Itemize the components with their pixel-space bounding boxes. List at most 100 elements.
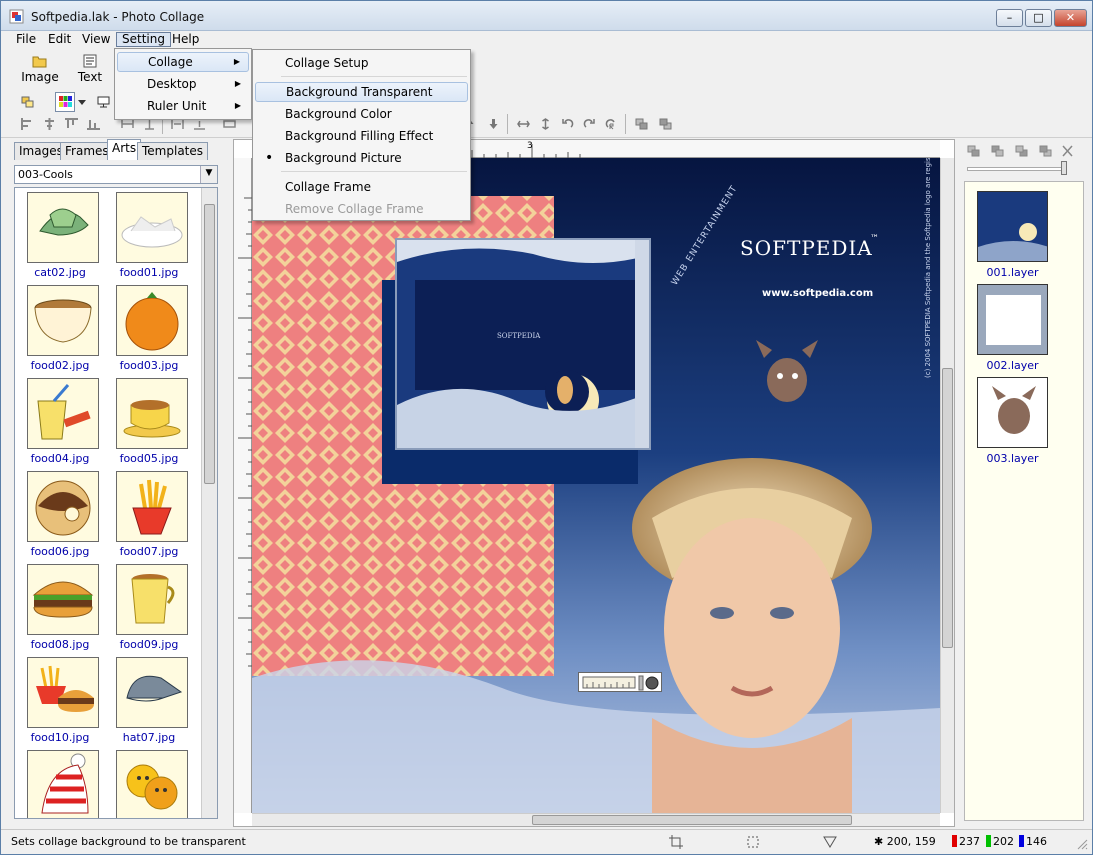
title-bar[interactable]: Softpedia.lak - Photo Collage – □ ✕ [1, 1, 1092, 31]
resize-grip-icon[interactable] [1076, 838, 1088, 850]
category-select[interactable]: 003-Cools ▼ [14, 165, 218, 184]
image-tool-button[interactable]: Image [17, 54, 63, 90]
menu-item-collage-frame[interactable]: Collage Frame [255, 177, 468, 197]
rotate-free-button[interactable] [601, 114, 621, 134]
rotate-left-icon [562, 119, 574, 128]
layer-front-button[interactable] [963, 141, 983, 161]
art-thumb-food06[interactable] [27, 471, 99, 542]
layers-panel: 001.layer 002.layer 003.layer [963, 139, 1086, 827]
app-window: Softpedia.lak - Photo Collage – □ ✕ File… [0, 0, 1093, 855]
bring-forward-icon [991, 145, 1004, 157]
menu-item-background-color[interactable]: Background Color [255, 104, 468, 124]
shapes-button[interactable] [17, 92, 37, 112]
minimize-button[interactable]: – [996, 9, 1023, 27]
canvas-hscroll-thumb[interactable] [532, 815, 852, 825]
art-thumb-beanie[interactable] [27, 750, 99, 818]
menu-item-background-filling-effect[interactable]: Background Filling Effect [255, 126, 468, 146]
menu-item-desktop[interactable]: Desktop ▶ [117, 74, 249, 94]
image-tool-label: Image [21, 70, 59, 84]
selection-icon [747, 836, 759, 848]
delete-layer-button[interactable] [1057, 141, 1077, 161]
menu-item-label: Background Transparent [286, 85, 433, 99]
toolbar-separator [507, 114, 508, 134]
align-bottom-button[interactable] [83, 114, 103, 134]
menu-item-collage-setup[interactable]: Collage Setup [255, 53, 468, 73]
gallery-scroll-thumb[interactable] [204, 204, 215, 484]
menu-edit[interactable]: Edit [43, 32, 76, 47]
rotate-right-button[interactable] [579, 114, 599, 134]
send-back-button[interactable] [655, 114, 675, 134]
art-thumb-food01[interactable] [116, 192, 188, 263]
menu-item-label: Background Color [285, 107, 392, 121]
canvas-vertical-scrollbar[interactable] [940, 158, 954, 813]
align-top-button[interactable] [61, 114, 81, 134]
menu-item-label: Collage [148, 55, 193, 69]
bring-front-button[interactable] [631, 114, 651, 134]
layer-forward-button[interactable] [987, 141, 1007, 161]
text-document-icon [83, 54, 97, 68]
art-thumb-food03[interactable] [116, 285, 188, 356]
grid-layout-button[interactable] [55, 92, 75, 112]
menu-help[interactable]: Help [167, 32, 204, 47]
move-down-button[interactable] [483, 114, 503, 134]
status-message: Sets collage background to be transparen… [11, 835, 246, 848]
menu-item-background-transparent[interactable]: Background Transparent [255, 82, 468, 102]
canvas-horizontal-scrollbar[interactable] [252, 813, 940, 826]
align-left-icon [21, 118, 31, 130]
opacity-slider-track[interactable] [967, 167, 1067, 171]
tab-frames[interactable]: Frames [60, 142, 114, 160]
submenu-arrow-icon: ▶ [233, 57, 240, 66]
plate-art [121, 216, 183, 248]
layer-item[interactable] [977, 284, 1048, 355]
folder-open-icon [32, 56, 47, 68]
menu-view[interactable]: View [77, 32, 115, 47]
menu-item-background-picture[interactable]: • Background Picture [255, 148, 468, 168]
art-thumb-food07[interactable] [116, 471, 188, 542]
tab-arts[interactable]: Arts [107, 139, 142, 160]
maximize-button[interactable]: □ [1025, 9, 1052, 27]
art-thumb-cat02[interactable] [27, 192, 99, 263]
tab-templates[interactable]: Templates [137, 142, 209, 160]
collage-canvas[interactable]: SOFTPEDIA SOFTPEDIA ™ www.softpedia.com … [252, 158, 940, 813]
send-back-icon [1039, 145, 1052, 157]
layer-back-button[interactable] [1035, 141, 1055, 161]
art-thumb-smileys[interactable] [116, 750, 188, 818]
align-center-button[interactable] [39, 114, 59, 134]
menu-file[interactable]: File [11, 32, 41, 47]
layer-item[interactable] [977, 191, 1048, 262]
art-label: food08.jpg [30, 638, 90, 651]
art-thumb-hat07[interactable] [116, 657, 188, 728]
flip-vertical-button[interactable] [535, 114, 555, 134]
grid-dropdown-button[interactable] [75, 92, 89, 112]
donut-art [35, 480, 91, 536]
art-label: food04.jpg [30, 452, 90, 465]
align-left-button[interactable] [17, 114, 37, 134]
menu-item-ruler-unit[interactable]: Ruler Unit ▶ [117, 96, 249, 116]
art-thumb-food05[interactable] [116, 378, 188, 449]
layer-backward-button[interactable] [1011, 141, 1031, 161]
art-label: food02.jpg [30, 359, 90, 372]
photo-layer-1[interactable]: SOFTPEDIA [395, 238, 651, 450]
zoom-slider-widget[interactable] [578, 672, 662, 692]
layer-item[interactable] [977, 377, 1048, 448]
chevron-down-icon[interactable]: ▼ [200, 166, 217, 183]
text-tool-button[interactable]: Text [67, 54, 113, 90]
opacity-slider-thumb[interactable] [1061, 161, 1067, 175]
menu-item-collage[interactable]: Collage ▶ [117, 52, 249, 72]
green-value-text: 202 [993, 835, 1014, 848]
menu-setting[interactable]: Setting [116, 32, 171, 47]
art-thumb-food04[interactable] [27, 378, 99, 449]
close-button[interactable]: ✕ [1054, 9, 1087, 27]
art-thumb-food02[interactable] [27, 285, 99, 356]
art-label: food10.jpg [30, 731, 90, 744]
gallery-scrollbar[interactable] [201, 188, 217, 818]
layer-list: 001.layer 002.layer 003.layer [964, 181, 1084, 821]
art-thumb-food09[interactable] [116, 564, 188, 635]
text-tool-label: Text [77, 70, 103, 84]
art-thumb-food10[interactable] [27, 657, 99, 728]
slideshow-button[interactable] [93, 92, 113, 112]
rotate-left-button[interactable] [557, 114, 577, 134]
art-thumb-food08[interactable] [27, 564, 99, 635]
flip-horizontal-button[interactable] [513, 114, 533, 134]
canvas-vscroll-thumb[interactable] [942, 368, 953, 648]
